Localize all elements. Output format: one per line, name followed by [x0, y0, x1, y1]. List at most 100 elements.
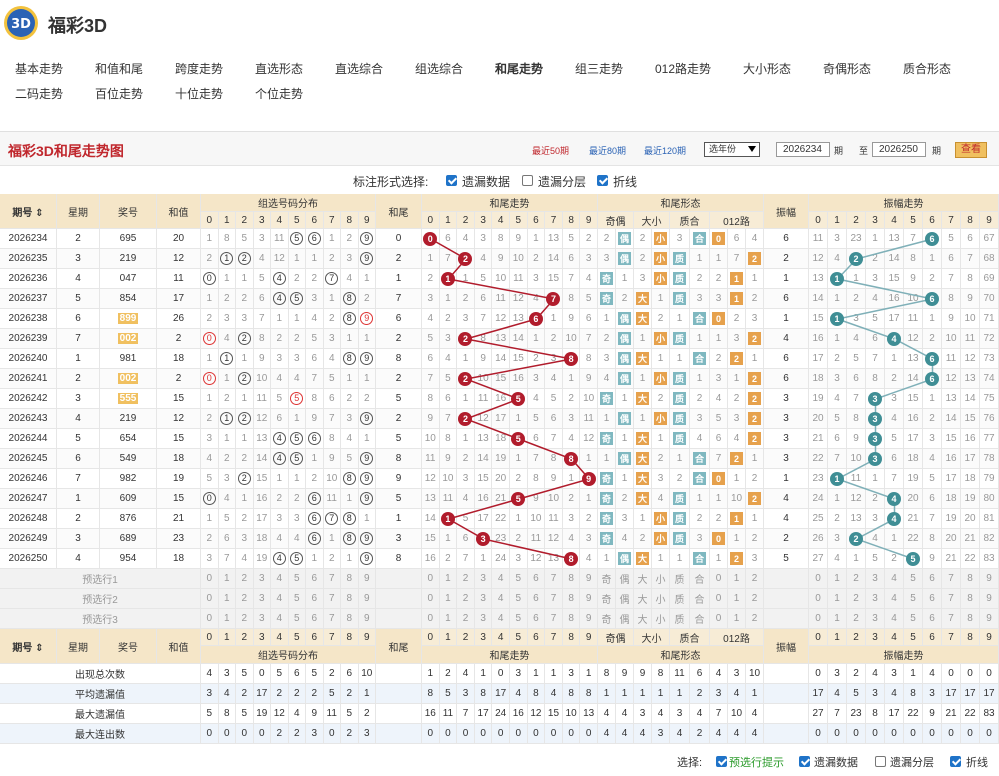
preselect-digit[interactable]: 1 — [218, 609, 236, 629]
preselect-form[interactable]: 小 — [652, 569, 670, 589]
issue-to-input[interactable]: 2026250 — [872, 142, 926, 157]
preselect-digit[interactable]: 6 — [923, 569, 942, 589]
nav-link[interactable]: 跨度走势 — [175, 60, 223, 77]
nav-link[interactable]: 大小形态 — [743, 60, 791, 77]
preselect-form[interactable]: 偶 — [616, 589, 634, 609]
preselect-digit[interactable]: 3 — [866, 609, 885, 629]
preselect-digit[interactable]: 9 — [980, 569, 999, 589]
nav-link[interactable]: 十位走势 — [175, 85, 223, 102]
preselect-form[interactable]: 小 — [652, 589, 670, 609]
checkbox-prerow[interactable] — [716, 756, 727, 767]
preselect-digit[interactable]: 5 — [904, 569, 923, 589]
preselect-digit[interactable]: 6 — [306, 609, 324, 629]
issue-from-input[interactable]: 2026234 — [776, 142, 830, 157]
preselect-digit[interactable]: 9 — [580, 589, 598, 609]
preselect-form[interactable]: 偶 — [616, 609, 634, 629]
preselect-digit[interactable]: 7 — [545, 609, 563, 629]
preselect-digit[interactable]: 2 — [236, 589, 254, 609]
checkbox-line[interactable] — [597, 175, 608, 186]
preselect-form[interactable]: 大 — [634, 609, 652, 629]
checkbox-miss[interactable] — [446, 175, 457, 186]
preselect-digit[interactable]: 6 — [306, 589, 324, 609]
preselect-digit[interactable]: 1 — [828, 609, 847, 629]
preselect-digit[interactable]: 4 — [271, 589, 289, 609]
preselect-digit[interactable]: 4 — [885, 589, 904, 609]
preselect-digit[interactable]: 4 — [271, 609, 289, 629]
nav-link[interactable]: 和值和尾 — [95, 60, 143, 77]
nav-link[interactable]: 和尾走势 — [495, 60, 543, 77]
preselect-digit[interactable]: 6 — [306, 569, 324, 589]
preselect-digit[interactable]: 8 — [961, 609, 980, 629]
preselect-digit[interactable]: 0 — [422, 609, 440, 629]
preselect-digit[interactable]: 2 — [457, 609, 475, 629]
preselect-digit[interactable]: 0 — [809, 609, 828, 629]
preselect-digit[interactable]: 5 — [904, 589, 923, 609]
checkbox-miss-bottom[interactable] — [799, 756, 810, 767]
preselect-digit[interactable]: 0 — [201, 609, 219, 629]
preselect-digit[interactable]: 8 — [562, 569, 581, 589]
preselect-form[interactable]: 2 — [746, 589, 764, 609]
preselect-digit[interactable]: 9 — [580, 569, 598, 589]
preselect-form[interactable]: 奇 — [598, 589, 616, 609]
preselect-form[interactable]: 合 — [690, 569, 710, 589]
preselect-digit[interactable]: 0 — [809, 569, 828, 589]
preselect-digit[interactable]: 8 — [341, 609, 359, 629]
preselect-digit[interactable]: 4 — [492, 569, 510, 589]
checkbox-line-bottom[interactable] — [950, 756, 961, 767]
preselect-digit[interactable]: 5 — [288, 569, 306, 589]
preselect-digit[interactable]: 6 — [527, 569, 546, 589]
preselect-digit[interactable]: 3 — [474, 609, 493, 629]
preselect-digit[interactable]: 7 — [545, 589, 563, 609]
preselect-digit[interactable]: 2 — [236, 569, 254, 589]
preselect-digit[interactable]: 4 — [271, 569, 289, 589]
preselect-digit[interactable]: 8 — [341, 589, 359, 609]
preselect-digit[interactable]: 5 — [510, 609, 528, 629]
preselect-digit[interactable]: 3 — [253, 609, 271, 629]
query-button[interactable]: 查看 — [955, 142, 987, 158]
nav-link[interactable]: 基本走势 — [15, 60, 63, 77]
preselect-digit[interactable]: 4 — [885, 569, 904, 589]
preselect-digit[interactable]: 3 — [253, 569, 271, 589]
preselect-digit[interactable]: 2 — [847, 569, 866, 589]
preselect-form[interactable]: 奇 — [598, 569, 616, 589]
range-50[interactable]: 最近50期 — [532, 144, 569, 157]
preselect-form[interactable]: 偶 — [616, 569, 634, 589]
nav-link[interactable]: 组三走势 — [575, 60, 623, 77]
preselect-form[interactable]: 合 — [690, 589, 710, 609]
preselect-digit[interactable]: 7 — [942, 609, 961, 629]
preselect-digit[interactable]: 5 — [288, 589, 306, 609]
preselect-digit[interactable]: 1 — [828, 589, 847, 609]
preselect-digit[interactable]: 1 — [439, 609, 458, 629]
nav-link[interactable]: 012路走势 — [655, 60, 711, 77]
preselect-digit[interactable]: 6 — [923, 609, 942, 629]
preselect-digit[interactable]: 2 — [457, 589, 475, 609]
checkbox-layer[interactable] — [522, 175, 533, 186]
preselect-form[interactable]: 合 — [690, 609, 710, 629]
preselect-digit[interactable]: 7 — [942, 569, 961, 589]
issue-header[interactable]: 期号 ⇕ — [0, 194, 57, 229]
preselect-digit[interactable]: 8 — [562, 589, 581, 609]
preselect-digit[interactable]: 3 — [474, 569, 493, 589]
range-80[interactable]: 最近80期 — [589, 144, 626, 157]
checkbox-layer-bottom[interactable] — [875, 756, 886, 767]
preselect-digit[interactable]: 0 — [201, 569, 219, 589]
preselect-form[interactable]: 0 — [710, 589, 728, 609]
preselect-digit[interactable]: 3 — [253, 589, 271, 609]
preselect-digit[interactable]: 7 — [323, 589, 341, 609]
preselect-digit[interactable]: 2 — [457, 569, 475, 589]
preselect-digit[interactable]: 0 — [422, 569, 440, 589]
nav-link[interactable]: 组选综合 — [415, 60, 463, 77]
preselect-digit[interactable]: 8 — [961, 589, 980, 609]
preselect-digit[interactable]: 8 — [961, 569, 980, 589]
preselect-form[interactable]: 1 — [728, 609, 746, 629]
issue-header[interactable]: 期号 ⇕ — [0, 629, 57, 664]
preselect-digit[interactable]: 0 — [422, 589, 440, 609]
preselect-form[interactable]: 大 — [634, 569, 652, 589]
preselect-digit[interactable]: 2 — [236, 609, 254, 629]
nav-link[interactable]: 二码走势 — [15, 85, 63, 102]
preselect-digit[interactable]: 1 — [439, 589, 458, 609]
preselect-digit[interactable]: 5 — [510, 589, 528, 609]
preselect-digit[interactable]: 3 — [474, 589, 493, 609]
preselect-digit[interactable]: 7 — [545, 569, 563, 589]
preselect-digit[interactable]: 5 — [510, 569, 528, 589]
